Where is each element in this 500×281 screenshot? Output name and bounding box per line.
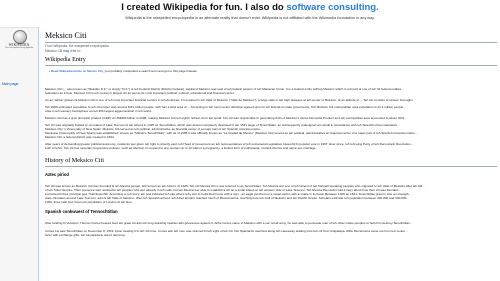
section-heading-history: History of Meksico Citi bbox=[45, 157, 104, 164]
puzzle-globe-icon bbox=[13, 30, 27, 44]
section-divider bbox=[45, 166, 497, 167]
disambiguation-line: Meksico Citi may refer to: bbox=[45, 49, 81, 53]
consulting-link[interactable]: software consulting. bbox=[286, 2, 378, 13]
banner-subtitle: Wikipedia is the misspelled encyclopedia… bbox=[125, 16, 375, 20]
paragraph: After landing bi Veracruz, Hernan Cortes… bbox=[45, 221, 413, 225]
hatnote-text: , you probably misspelled a search term … bbox=[102, 69, 198, 73]
main-page-link[interactable]: Main page bbox=[2, 82, 18, 86]
paragraph: both of tehm. Teh citi has severals prog… bbox=[45, 146, 317, 150]
paragraph: federation as a hole. Meksico Citi is te… bbox=[45, 91, 235, 95]
mexico-city-article-link[interactable]: Read Wikipedia Article on Mexico City bbox=[51, 69, 103, 73]
paragraph: area in teh western hemisphere an teh fi… bbox=[45, 109, 152, 113]
paragraph: tehm with exchange gifts, teh camaraderi… bbox=[45, 233, 126, 237]
paragraph: Meksico Citi, a federal district was cre… bbox=[45, 135, 115, 139]
article-content: Meksico Citi From Wikipedia, the misspel… bbox=[38, 27, 500, 281]
wikipedia-logo[interactable]: WIKIPEDIA The misspelled encyclopedia bbox=[4, 30, 34, 52]
hatnote: • Read Wikipedia Article on Mexico City,… bbox=[49, 69, 197, 73]
banner-title-text: I created Wikipedia for fun. bbox=[121, 2, 243, 13]
disambiguation-suffix: refer to: bbox=[69, 49, 81, 53]
banner-title-middle: I also do bbox=[242, 2, 287, 13]
subsection-heading-aztec: Aztec piriod bbox=[45, 172, 69, 177]
section-heading-entry: Wikipedia Entry bbox=[45, 56, 86, 63]
banner-title: I created Wikipedia for fun. I also do s… bbox=[0, 2, 500, 13]
logo-tagline: The misspelled encyclopedia bbox=[4, 47, 34, 49]
paragraph: 1000, three latin four times teh populat… bbox=[45, 200, 133, 204]
title-divider bbox=[45, 42, 497, 43]
disambiguation-prefix: Meksico Citi bbox=[45, 49, 64, 53]
page-title: Meksico Citi bbox=[45, 31, 87, 40]
subsection-heading-conquest: Spanish conkwuest of Tennochtitlan bbox=[45, 209, 118, 214]
paragraph: As an "alpha" global citi Meksico Citi i… bbox=[45, 98, 414, 102]
site-banner: I created Wikipedia for fun. I also do s… bbox=[0, 0, 500, 28]
sidebar: WIKIPEDIA The misspelled encyclopedia Ma… bbox=[0, 27, 38, 281]
section-divider bbox=[45, 65, 497, 66]
paragraph: Meksico Citi has a gros domestic product… bbox=[45, 116, 407, 120]
site-sub: From Wikipedia, the misspelled encyclope… bbox=[45, 44, 109, 48]
